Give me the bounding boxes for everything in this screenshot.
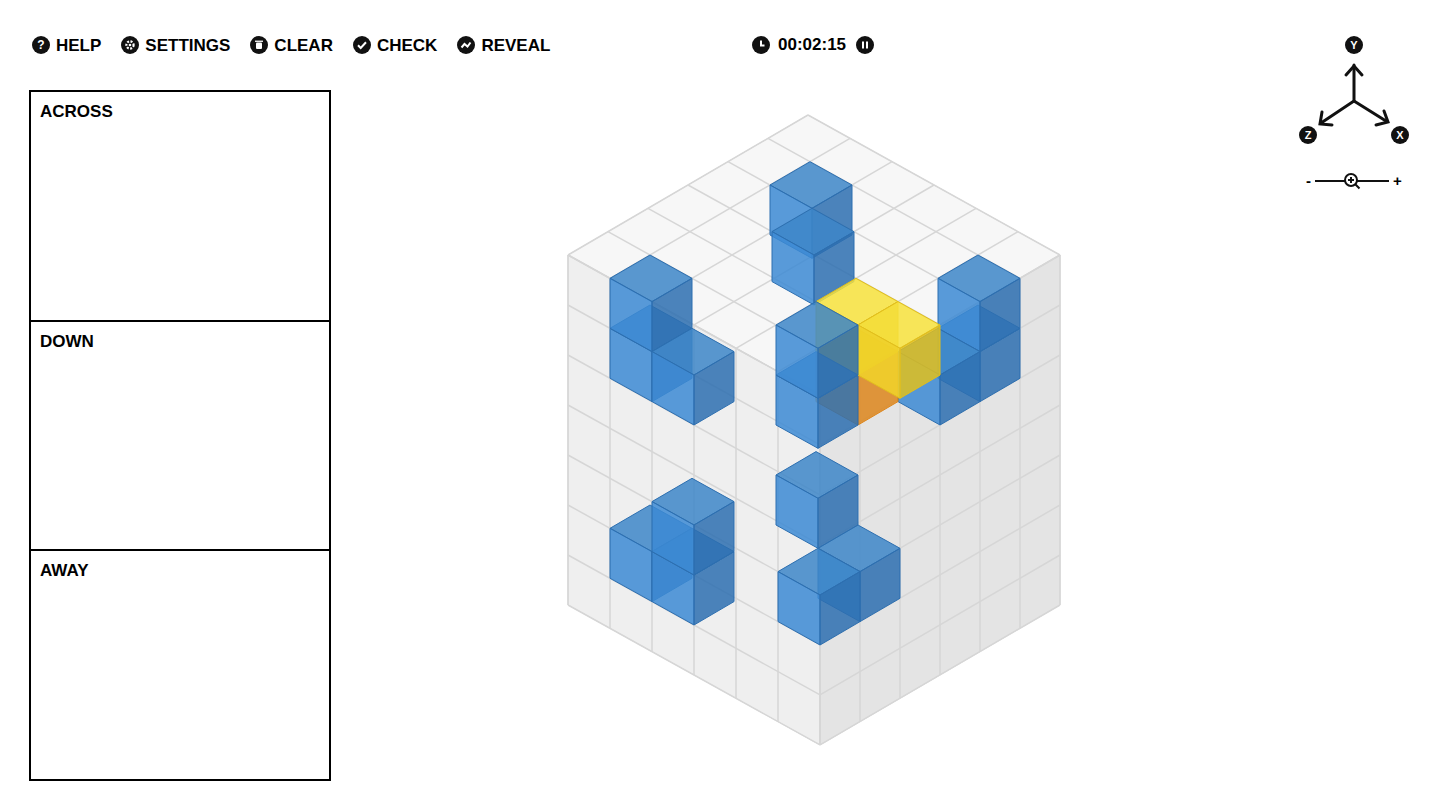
panel-title: DOWN [40,332,320,352]
left-face [568,255,820,745]
cell-right [980,278,1020,351]
view-controls: YZX-+ [1296,33,1412,188]
pause-icon[interactable] [856,36,874,54]
clue-panels: ACROSS DOWN AWAY [29,90,331,781]
cube-canvas[interactable] [331,90,1440,810]
settings-button[interactable]: SETTINGS [121,36,230,54]
cube-grid[interactable] [331,90,1440,810]
axis-label: Z [1299,126,1317,144]
axis-label: Y [1345,36,1363,54]
toolbar-label: CLEAR [274,37,333,54]
timer: 00:02:15 [752,32,874,58]
cell-left [776,475,818,548]
toolbar: ? HELP SETTINGS CLEAR CHECK REVEAL [32,36,752,54]
cell-left [652,502,694,575]
cube-cell[interactable] [858,302,940,399]
main: ACROSS DOWN AWAY [0,90,1440,810]
cell-left [778,572,820,645]
zoom-control[interactable]: -+ [1306,173,1402,188]
cell-left [610,278,652,351]
cell-left [858,325,900,398]
cell-right [820,572,860,645]
cell-left [772,232,814,305]
clue-panel: ACROSS [29,90,331,322]
reveal-button[interactable]: REVEAL [457,36,550,54]
cube-cell[interactable] [652,328,734,425]
cube-cell[interactable] [776,302,858,399]
clock-icon [752,36,770,54]
zoom-icon[interactable] [1343,172,1361,190]
cell-right [860,548,900,621]
cell-left [652,352,694,425]
toolbar-label: CHECK [377,37,437,54]
grid-faces [568,115,1060,745]
clue-panel: DOWN [29,320,331,552]
cell-right [694,502,734,575]
axis-label: X [1391,126,1409,144]
gear-icon [121,36,139,54]
check-button[interactable]: CHECK [353,36,437,54]
help-icon: ? [32,36,50,54]
toolbar-label: REVEAL [481,37,550,54]
help-button[interactable]: ? HELP [32,36,101,54]
check-icon [353,36,371,54]
clue-panel: AWAY [29,549,331,781]
cube-cell[interactable] [652,478,734,575]
zoom-track[interactable] [1315,180,1389,182]
zoom-out[interactable]: - [1306,173,1311,188]
cell-right [940,352,980,425]
cell-right [900,325,940,398]
toolbar-label: SETTINGS [145,37,230,54]
cell-left [776,325,818,398]
panel-title: ACROSS [40,102,320,122]
zoom-in[interactable]: + [1393,173,1402,188]
cell-right [694,352,734,425]
trash-icon [250,36,268,54]
top-bar: ? HELP SETTINGS CLEAR CHECK REVEAL 00:02:15 [0,0,1440,90]
axis-gizmo[interactable]: Y Z X [1296,33,1412,143]
cube-cell[interactable] [778,548,860,645]
clear-button[interactable]: CLEAR [250,36,333,54]
cell-left [610,528,652,601]
trend-icon [457,36,475,54]
toolbar-label: HELP [56,37,101,54]
cell-right [818,325,858,398]
timer-text: 00:02:15 [778,32,846,58]
panel-title: AWAY [40,561,320,581]
